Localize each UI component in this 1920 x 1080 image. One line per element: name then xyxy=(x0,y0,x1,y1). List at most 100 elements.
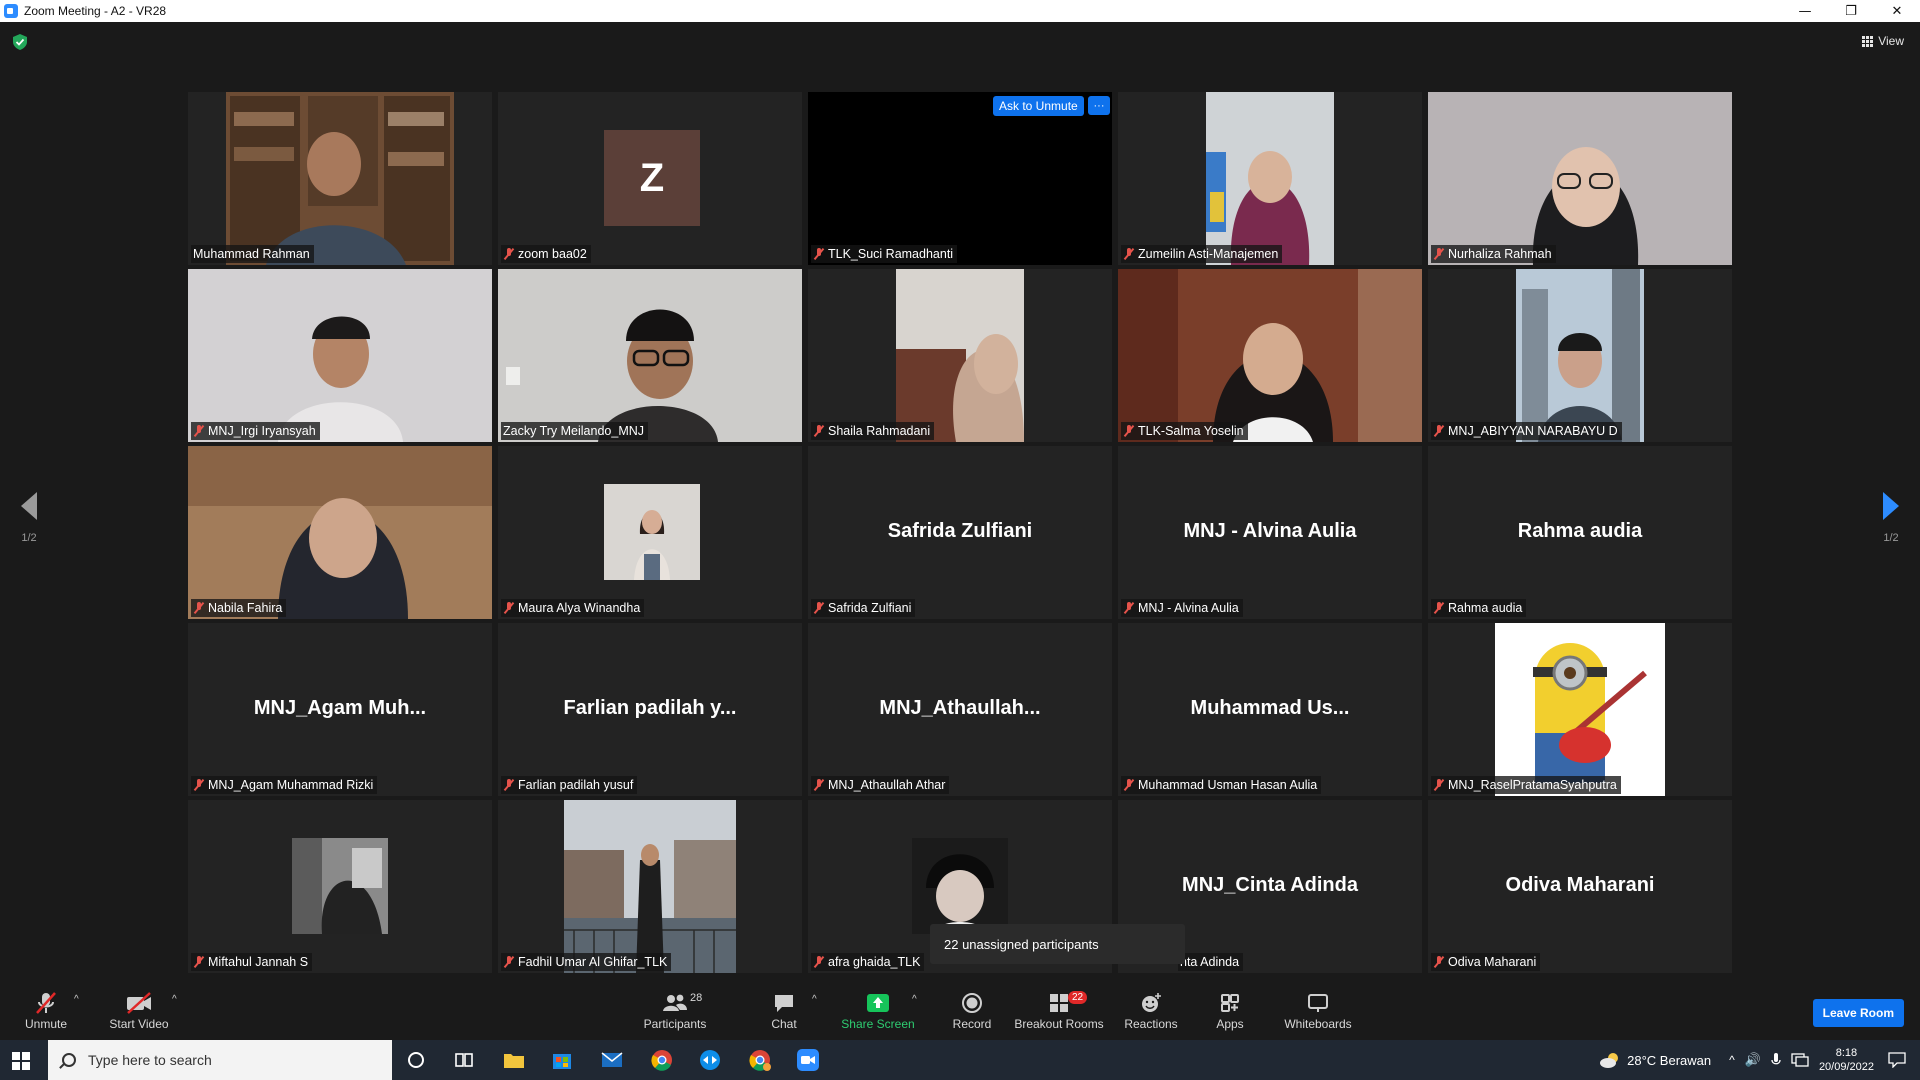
close-button[interactable]: ✕ xyxy=(1874,0,1920,22)
microphone-tray-icon[interactable] xyxy=(1771,1052,1781,1068)
participant-tile[interactable]: MNJ_Agam Muh... MNJ_Agam Muhammad Rizki xyxy=(188,623,492,796)
participant-display-name: MNJ - Alvina Aulia xyxy=(1183,520,1357,542)
previous-page-button[interactable]: 1/2 xyxy=(14,492,44,544)
participant-tile[interactable]: Odiva Maharani Odiva Maharani xyxy=(1428,800,1732,973)
participant-name: Maura Alya Winandha xyxy=(518,601,641,615)
participant-tile[interactable]: MNJ_RaselPratamaSyahputra xyxy=(1428,623,1732,796)
participant-name: Muhammad Usman Hasan Aulia xyxy=(1138,778,1318,792)
participant-tile[interactable]: Nabila Fahira xyxy=(188,446,492,619)
participant-tile[interactable]: MNJ - Alvina Aulia MNJ - Alvina Aulia xyxy=(1118,446,1422,619)
whiteboard-icon xyxy=(1308,994,1328,1012)
leave-room-button[interactable]: Leave Room xyxy=(1812,999,1904,1027)
restore-button[interactable]: ❐ xyxy=(1828,0,1874,22)
participant-tile[interactable]: Zumeilin Asti-Manajemen xyxy=(1118,92,1422,265)
participants-button[interactable]: 28 Participants xyxy=(638,992,712,1031)
minimize-button[interactable]: — xyxy=(1782,0,1828,22)
microsoft-store-icon[interactable] xyxy=(550,1048,574,1072)
whiteboards-button[interactable]: Whiteboards xyxy=(1282,992,1354,1031)
taskbar-search-box[interactable]: Type here to search xyxy=(48,1040,392,1080)
participant-tile[interactable]: Rahma audia Rahma audia xyxy=(1428,446,1732,619)
participants-label: Participants xyxy=(643,1017,707,1031)
file-explorer-icon[interactable] xyxy=(502,1048,526,1072)
show-hidden-icons-icon[interactable]: ^ xyxy=(1729,1053,1735,1067)
share-screen-button[interactable]: Share Screen xyxy=(838,992,918,1031)
meeting-toolbar: Unmute ^ Start Video ^ 28 Participants C… xyxy=(0,988,1920,1040)
participant-video xyxy=(188,446,492,619)
mic-muted-icon xyxy=(503,778,515,792)
participant-tile[interactable]: Safrida Zulfiani Safrida Zulfiani xyxy=(808,446,1112,619)
mic-muted-icon xyxy=(1433,955,1445,969)
zoom-taskbar-icon[interactable] xyxy=(796,1048,820,1072)
participant-video xyxy=(1428,92,1732,265)
unmute-button[interactable]: Unmute xyxy=(18,992,74,1031)
taskbar-clock[interactable]: 8:18 20/09/2022 xyxy=(1819,1046,1874,1074)
participant-name: Odiva Maharani xyxy=(1448,955,1537,969)
share-options-caret-icon[interactable]: ^ xyxy=(912,994,917,1005)
page-indicator-left: 1/2 xyxy=(21,532,37,544)
video-options-caret-icon[interactable]: ^ xyxy=(172,994,177,1005)
participant-tile[interactable]: Muhammad Rahman xyxy=(188,92,492,265)
participant-name: TLK-Salma Yoselin xyxy=(1138,424,1244,438)
participant-name: MNJ_RaselPratamaSyahputra xyxy=(1448,778,1617,792)
participant-nameplate: Maura Alya Winandha xyxy=(501,599,645,617)
start-video-button[interactable]: Start Video xyxy=(104,992,174,1031)
audio-options-caret-icon[interactable]: ^ xyxy=(74,994,79,1005)
apps-icon xyxy=(1221,994,1239,1012)
participant-nameplate: Odiva Maharani xyxy=(1431,953,1541,971)
chrome-icon[interactable] xyxy=(650,1048,674,1072)
participant-tile[interactable]: Nurhaliza Rahmah xyxy=(1428,92,1732,265)
participant-tile[interactable]: Muhammad Us... Muhammad Usman Hasan Auli… xyxy=(1118,623,1422,796)
notifications-icon[interactable] xyxy=(1888,1052,1906,1068)
security-shield-icon[interactable] xyxy=(13,34,27,50)
participant-tile-active-speaker[interactable]: Zacky Try Meilando_MNJ xyxy=(498,269,802,442)
chrome-profile-icon[interactable] xyxy=(748,1048,772,1072)
participant-video xyxy=(226,92,454,265)
reactions-button[interactable]: Reactions xyxy=(1120,992,1182,1031)
participant-name: Zumeilin Asti-Manajemen xyxy=(1138,247,1279,261)
participant-tile[interactable]: Fadhil Umar Al Ghifar_TLK xyxy=(498,800,802,973)
cortana-icon[interactable] xyxy=(404,1048,428,1072)
chat-button[interactable]: Chat xyxy=(760,992,808,1031)
breakout-rooms-button[interactable]: 22 Breakout Rooms xyxy=(1014,991,1104,1031)
participant-nameplate: Muhammad Usman Hasan Aulia xyxy=(1121,776,1322,794)
participant-tile[interactable]: Farlian padilah y... Farlian padilah yus… xyxy=(498,623,802,796)
participant-tile[interactable]: MNJ_Irgi Iryansyah xyxy=(188,269,492,442)
participant-nameplate: Nurhaliza Rahmah xyxy=(1431,245,1556,263)
apps-button[interactable]: Apps xyxy=(1208,992,1252,1031)
unmute-label: Unmute xyxy=(24,1017,68,1031)
ask-to-unmute-button[interactable]: Ask to Unmute xyxy=(993,96,1084,116)
volume-icon[interactable]: 🔊 xyxy=(1745,1052,1761,1068)
mic-muted-icon xyxy=(813,247,825,261)
search-placeholder: Type here to search xyxy=(88,1052,212,1068)
mic-muted-icon xyxy=(1123,247,1135,261)
task-view-icon[interactable] xyxy=(452,1048,476,1072)
participant-tile[interactable]: Z zoom baa02 xyxy=(498,92,802,265)
mic-muted-icon xyxy=(193,955,205,969)
mic-muted-icon xyxy=(1123,601,1135,615)
profile-picture xyxy=(912,838,1008,934)
participant-tile[interactable]: Maura Alya Winandha xyxy=(498,446,802,619)
participant-tile[interactable]: TLK-Salma Yoselin xyxy=(1118,269,1422,442)
mail-icon[interactable] xyxy=(600,1048,624,1072)
participant-tile[interactable]: Shaila Rahmadani xyxy=(808,269,1112,442)
participant-tile[interactable]: MNJ_ABIYYAN NARABAYU D xyxy=(1428,269,1732,442)
chat-options-caret-icon[interactable]: ^ xyxy=(812,994,817,1005)
mic-muted-icon xyxy=(193,601,205,615)
network-icon[interactable] xyxy=(1791,1053,1809,1067)
teamviewer-icon[interactable] xyxy=(698,1048,722,1072)
search-icon xyxy=(62,1053,76,1067)
video-camera-off-icon xyxy=(127,992,151,1014)
view-button[interactable]: View xyxy=(1862,34,1904,48)
next-page-button[interactable]: 1/2 xyxy=(1876,492,1906,544)
windows-start-icon[interactable] xyxy=(12,1052,30,1070)
record-button[interactable]: Record xyxy=(944,992,1000,1031)
weather-cloud-icon xyxy=(1600,1053,1619,1068)
weather-text[interactable]: 28°C Berawan xyxy=(1627,1053,1711,1068)
participant-display-name: Safrida Zulfiani xyxy=(887,520,1033,542)
more-options-button[interactable]: ··· xyxy=(1088,96,1110,115)
participant-tile[interactable]: MNJ_Athaullah... MNJ_Athaullah Athar xyxy=(808,623,1112,796)
participant-tile[interactable]: Miftahul Jannah S xyxy=(188,800,492,973)
whiteboards-label: Whiteboards xyxy=(1284,1017,1352,1031)
system-tray: 28°C Berawan ^ 🔊 8:18 20/09/2022 xyxy=(1599,1040,1920,1080)
participant-tile[interactable]: Ask to Unmute ··· TLK_Suci Ramadhanti xyxy=(808,92,1112,265)
